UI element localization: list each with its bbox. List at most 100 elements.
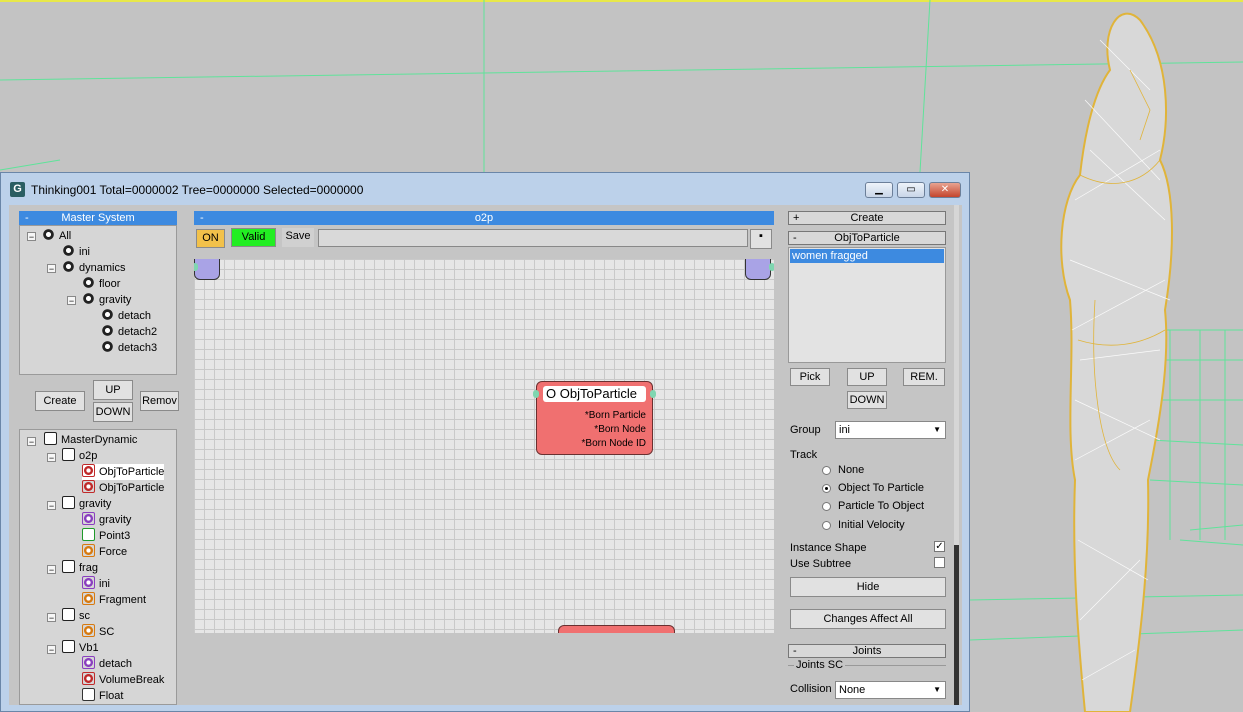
tree-item[interactable]: Float bbox=[82, 688, 123, 704]
tree-item[interactable]: MasterDynamic bbox=[44, 432, 137, 448]
valid-button[interactable]: Valid bbox=[231, 228, 276, 247]
expand-icon[interactable]: − bbox=[47, 613, 56, 623]
thinking-window: G Thinking001 Total=0000002 Tree=0000000… bbox=[0, 172, 970, 712]
save-button[interactable]: Save bbox=[282, 228, 314, 247]
up-button[interactable]: UP bbox=[93, 380, 133, 400]
clock-icon bbox=[82, 688, 95, 701]
tree-item[interactable]: ObjToParticle bbox=[82, 480, 164, 496]
dynamics-tree[interactable]: − MasterDynamic − o2p ObjToParticle ObjT… bbox=[19, 429, 177, 705]
expand-icon[interactable]: − bbox=[47, 264, 56, 274]
gear-icon bbox=[82, 464, 95, 477]
tree-item[interactable]: detach3 bbox=[101, 340, 157, 356]
down-button[interactable]: DOWN bbox=[93, 402, 133, 422]
pick-button[interactable]: Pick bbox=[790, 368, 830, 386]
tree-item[interactable]: Vb1 bbox=[62, 640, 99, 656]
track-object-to-particle-radio[interactable] bbox=[822, 484, 831, 493]
on-button[interactable]: ON bbox=[196, 229, 225, 248]
use-subtree-checkbox[interactable] bbox=[934, 557, 945, 568]
partial-node[interactable] bbox=[558, 625, 675, 633]
tree-item[interactable]: ini bbox=[82, 576, 110, 592]
graph-header[interactable]: - o2p bbox=[194, 211, 774, 225]
document-icon bbox=[62, 496, 75, 509]
panel-scrollbar[interactable] bbox=[954, 205, 959, 705]
expand-icon[interactable]: − bbox=[47, 453, 56, 463]
joints-rollout[interactable]: - Joints bbox=[788, 644, 946, 658]
system-icon bbox=[101, 340, 114, 353]
gear-icon bbox=[82, 672, 95, 685]
document-icon bbox=[62, 448, 75, 461]
up-button[interactable]: UP bbox=[847, 368, 887, 386]
node-output-born-node-id[interactable]: *Born Node ID bbox=[582, 438, 646, 449]
tree-item[interactable]: detach bbox=[82, 656, 132, 672]
tree-item[interactable]: SC bbox=[82, 624, 114, 640]
create-button[interactable]: Create bbox=[35, 391, 85, 411]
object-list[interactable]: women fragged bbox=[788, 247, 946, 363]
graph-options-icon[interactable]: ▪ bbox=[750, 229, 772, 249]
tree-item[interactable]: o2p bbox=[62, 448, 97, 464]
system-icon bbox=[82, 292, 95, 305]
expand-icon[interactable]: − bbox=[27, 437, 36, 447]
expand-icon[interactable]: − bbox=[27, 232, 36, 242]
tree-item[interactable]: detach bbox=[101, 308, 151, 324]
node-graph-canvas[interactable]: O ObjToParticle *Born Particle *Born Nod… bbox=[194, 259, 774, 633]
collision-select[interactable]: None ▼ bbox=[835, 681, 946, 699]
node-output-born-particle[interactable]: *Born Particle bbox=[585, 410, 646, 421]
close-button[interactable]: ✕ bbox=[929, 182, 961, 198]
graph-name-field[interactable] bbox=[318, 229, 748, 247]
tree-item-selected[interactable]: ObjToParticle bbox=[82, 464, 165, 480]
node-output-born-node[interactable]: *Born Node bbox=[594, 424, 646, 435]
changes-affect-all-button[interactable]: Changes Affect All bbox=[790, 609, 946, 629]
tree-item[interactable]: gravity bbox=[62, 496, 111, 512]
scrollbar-thumb[interactable] bbox=[954, 545, 959, 705]
expand-icon[interactable]: − bbox=[47, 645, 56, 655]
tree-item[interactable]: Fragment bbox=[82, 592, 146, 608]
node-input-port[interactable] bbox=[533, 390, 539, 398]
track-object-to-particle-label: Object To Particle bbox=[838, 482, 925, 494]
tree-item[interactable]: ini bbox=[62, 244, 90, 260]
document-icon bbox=[62, 608, 75, 621]
tree-item[interactable]: Force bbox=[82, 544, 127, 560]
master-tree[interactable]: − All ini − dynamics floor − gravity det… bbox=[19, 225, 177, 375]
down-button[interactable]: DOWN bbox=[847, 391, 887, 409]
track-label: Track bbox=[790, 449, 818, 461]
master-system-header[interactable]: - Master System bbox=[19, 211, 177, 225]
tree-item[interactable]: detach2 bbox=[101, 324, 157, 340]
tree-item[interactable]: gravity bbox=[82, 292, 131, 308]
tree-item[interactable]: frag bbox=[62, 560, 98, 576]
track-none-radio[interactable] bbox=[822, 466, 831, 475]
maximize-button[interactable]: ▭ bbox=[897, 182, 925, 198]
tree-item[interactable]: VolumeBreak bbox=[82, 672, 164, 688]
expand-icon[interactable]: − bbox=[47, 565, 56, 575]
output-node[interactable] bbox=[745, 259, 771, 280]
tree-item[interactable]: dynamics bbox=[62, 260, 125, 276]
create-rollout[interactable]: + Create bbox=[788, 211, 946, 225]
chevron-down-icon: ▼ bbox=[933, 425, 941, 434]
document-icon bbox=[62, 640, 75, 653]
minimize-button[interactable]: ▁ bbox=[865, 182, 893, 198]
tree-item[interactable]: gravity bbox=[82, 512, 131, 528]
tree-item[interactable]: floor bbox=[82, 276, 120, 292]
title-bar[interactable]: G Thinking001 Total=0000002 Tree=0000000… bbox=[1, 173, 969, 205]
node-output-port[interactable] bbox=[650, 390, 656, 398]
remove-button[interactable]: Remov bbox=[140, 391, 179, 411]
rem-button[interactable]: REM. bbox=[903, 368, 945, 386]
group-select[interactable]: ini ▼ bbox=[835, 421, 946, 439]
tree-item[interactable]: All bbox=[42, 228, 71, 244]
track-initial-velocity-label: Initial Velocity bbox=[838, 519, 905, 531]
expand-icon[interactable]: − bbox=[67, 296, 76, 306]
objtoparticle-rollout[interactable]: - ObjToParticle bbox=[788, 231, 946, 245]
master-system-title: Master System bbox=[61, 212, 135, 224]
expand-icon[interactable]: − bbox=[47, 501, 56, 511]
input-port[interactable] bbox=[194, 263, 198, 271]
tree-item[interactable]: sc bbox=[62, 608, 90, 624]
wireframe-figure[interactable] bbox=[1060, 12, 1173, 712]
track-particle-to-object-radio[interactable] bbox=[822, 502, 831, 511]
instance-shape-checkbox[interactable]: ✓ bbox=[934, 541, 945, 552]
input-node[interactable] bbox=[194, 259, 220, 280]
objtoparticle-node[interactable]: O ObjToParticle *Born Particle *Born Nod… bbox=[533, 381, 656, 455]
list-item[interactable]: women fragged bbox=[790, 249, 944, 263]
output-port[interactable] bbox=[769, 263, 774, 271]
tree-item[interactable]: Point3 bbox=[82, 528, 130, 544]
track-initial-velocity-radio[interactable] bbox=[822, 521, 831, 530]
hide-button[interactable]: Hide bbox=[790, 577, 946, 597]
